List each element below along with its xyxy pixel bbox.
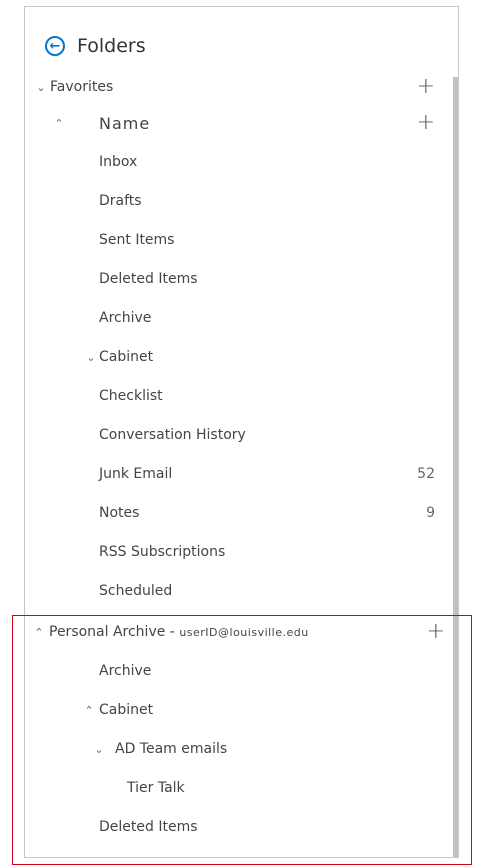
unread-count: 52 <box>417 466 435 482</box>
archive-account: userID@louisville.edu <box>179 626 309 639</box>
chevron-up-icon[interactable]: ⌃ <box>33 626 45 639</box>
folder-item-conversation-history[interactable]: Conversation History <box>25 417 435 453</box>
folder-label: AD Team emails <box>115 741 228 757</box>
folder-item-scheduled[interactable]: Scheduled <box>25 573 435 609</box>
chevron-down-icon[interactable]: ⌄ <box>35 81 47 94</box>
vertical-scrollbar[interactable] <box>453 77 458 857</box>
folder-label: Drafts <box>99 193 142 209</box>
folder-label: Junk Email <box>99 466 173 482</box>
archive-item-cabinet[interactable]: ⌃ Cabinet <box>25 692 435 728</box>
archive-title: Personal Archive - <box>49 624 180 640</box>
back-arrow-circle-icon[interactable]: ← <box>45 36 65 56</box>
folder-label: Deleted Items <box>99 819 198 835</box>
folder-item-cabinet[interactable]: ⌄ Cabinet <box>25 339 435 375</box>
folder-label: Deleted Items <box>99 271 198 287</box>
folder-item-junk-email[interactable]: Junk Email 52 <box>25 456 435 492</box>
archive-item-ad-team-emails[interactable]: ⌄ AD Team emails <box>25 731 435 767</box>
add-favorite-plus-icon[interactable]: + <box>417 76 435 98</box>
folder-label: Scheduled <box>99 583 173 599</box>
folder-label: Cabinet <box>99 702 154 718</box>
folders-header: ← Folders <box>45 31 146 61</box>
folder-item-rss-subscriptions[interactable]: RSS Subscriptions <box>25 534 435 570</box>
folder-item-deleted-items[interactable]: Deleted Items <box>25 261 435 297</box>
item-count: 9 <box>426 505 435 521</box>
chevron-up-icon[interactable]: ⌃ <box>53 117 65 130</box>
add-folder-plus-icon[interactable]: + <box>417 112 435 134</box>
folder-label: Cabinet <box>99 349 154 365</box>
archive-item-tier-talk[interactable]: Tier Talk <box>25 770 435 806</box>
folder-label: Checklist <box>99 388 163 404</box>
chevron-down-icon[interactable]: ⌄ <box>93 743 105 756</box>
add-archive-folder-plus-icon[interactable]: + <box>427 621 445 643</box>
folder-item-archive[interactable]: Archive <box>25 300 435 336</box>
folder-item-sent-items[interactable]: Sent Items <box>25 222 435 258</box>
personal-archive-label: Personal Archive - userID@louisville.edu <box>49 624 309 640</box>
folder-item-notes[interactable]: Notes 9 <box>25 495 435 531</box>
folder-label: RSS Subscriptions <box>99 544 226 560</box>
folder-label: Archive <box>99 310 152 326</box>
folder-label: Tier Talk <box>127 780 185 796</box>
mailbox-group[interactable]: ⌃ Name + <box>25 105 435 141</box>
folder-label: Sent Items <box>99 232 175 248</box>
personal-archive-group[interactable]: ⌃ Personal Archive - userID@louisville.e… <box>25 614 445 650</box>
archive-item-deleted-items[interactable]: Deleted Items <box>25 809 435 845</box>
folder-pane: ← Folders ⌄ Favorites + ⌃ Name + Inbox D… <box>24 6 459 858</box>
archive-item-archive[interactable]: Archive <box>25 653 435 689</box>
favorites-label: Favorites <box>50 79 114 95</box>
folder-item-checklist[interactable]: Checklist <box>25 378 435 414</box>
folder-item-drafts[interactable]: Drafts <box>25 183 435 219</box>
folder-label: Conversation History <box>99 427 246 443</box>
folders-title: Folders <box>77 35 146 57</box>
chevron-up-icon[interactable]: ⌃ <box>83 704 95 717</box>
folder-label: Archive <box>99 663 152 679</box>
favorites-group[interactable]: ⌄ Favorites + <box>25 69 435 105</box>
chevron-down-icon[interactable]: ⌄ <box>85 351 97 364</box>
mailbox-label: Name <box>99 113 151 133</box>
folder-item-inbox[interactable]: Inbox <box>25 144 435 180</box>
folder-label: Notes <box>99 505 140 521</box>
folder-label: Inbox <box>99 154 138 170</box>
